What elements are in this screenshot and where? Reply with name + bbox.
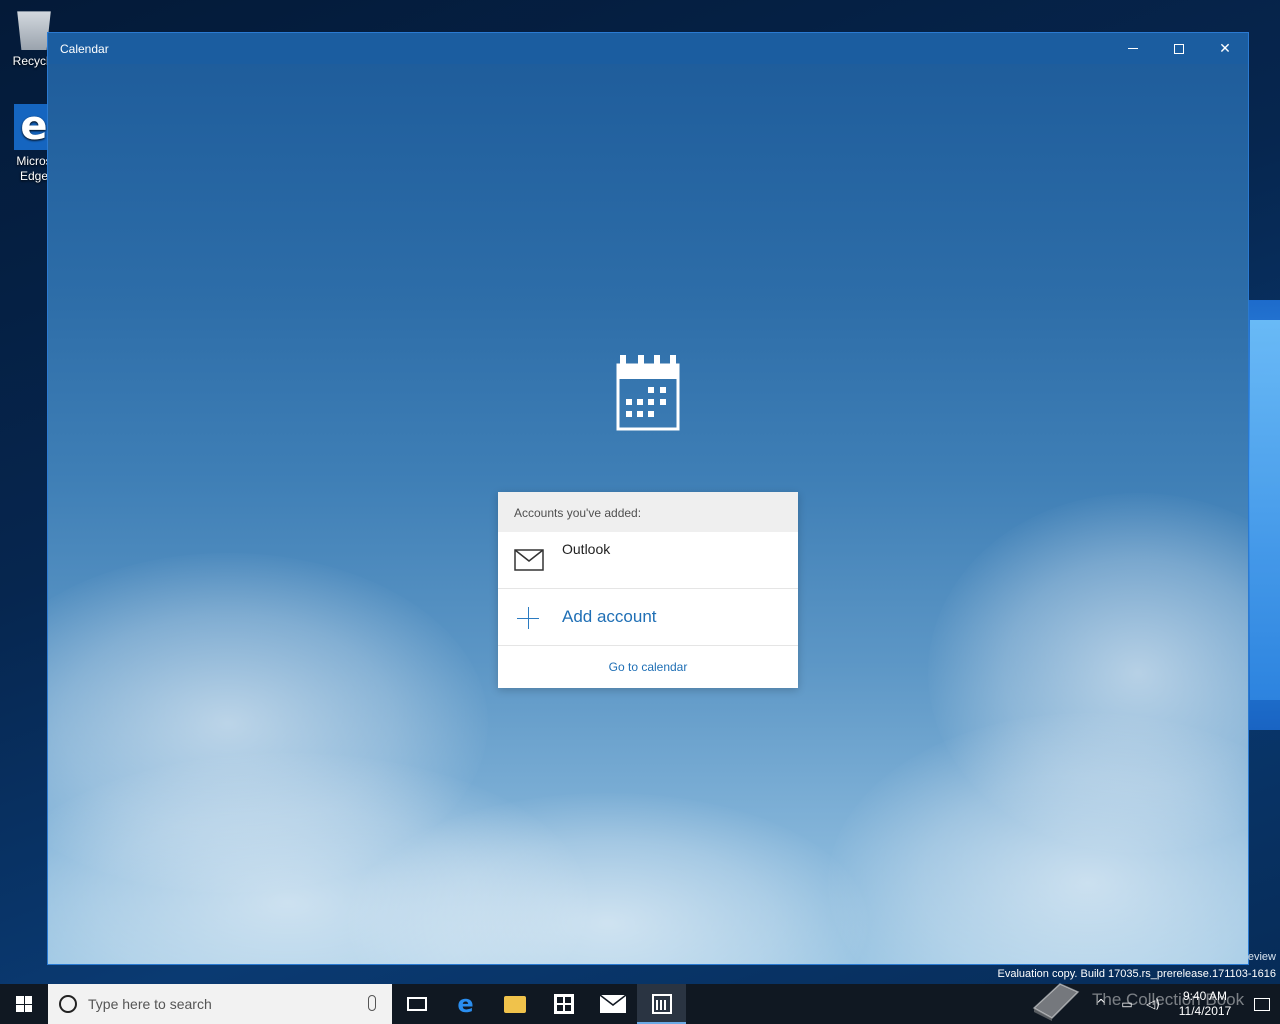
window-title: Calendar bbox=[60, 41, 109, 56]
taskbar-task-view[interactable] bbox=[392, 984, 441, 1024]
maximize-icon bbox=[1174, 43, 1184, 54]
start-button[interactable] bbox=[0, 984, 48, 1024]
add-account-label: Add account bbox=[562, 607, 657, 626]
close-icon: ✕ bbox=[1219, 40, 1231, 57]
account-item-outlook[interactable]: Outlook bbox=[498, 532, 798, 589]
close-button[interactable]: ✕ bbox=[1202, 33, 1248, 64]
windows-logo-icon bbox=[16, 996, 32, 1012]
minimize-button[interactable] bbox=[1110, 33, 1156, 64]
plus-icon bbox=[516, 605, 542, 631]
cortana-icon bbox=[59, 995, 77, 1013]
title-bar[interactable]: Calendar ✕ bbox=[48, 33, 1248, 64]
store-icon bbox=[553, 994, 574, 1014]
search-placeholder: Type here to search bbox=[88, 996, 212, 1012]
taskbar-file-explorer[interactable] bbox=[490, 984, 539, 1024]
mail-icon bbox=[514, 549, 544, 571]
accounts-panel: Accounts you've added: Outlook Add accou… bbox=[498, 492, 798, 688]
window-controls: ✕ bbox=[1110, 33, 1248, 64]
mail-icon bbox=[599, 995, 626, 1013]
calendar-large-icon bbox=[616, 355, 680, 431]
taskbar-mail[interactable] bbox=[588, 984, 637, 1024]
edge-icon: e bbox=[457, 990, 474, 1018]
task-view-icon bbox=[406, 997, 427, 1011]
watermark-text: The Collection Book bbox=[1092, 990, 1245, 1009]
book-watermark-icon bbox=[1032, 983, 1080, 1021]
microphone-icon[interactable] bbox=[368, 995, 376, 1011]
minimize-icon bbox=[1128, 48, 1138, 49]
notification-icon bbox=[1254, 997, 1270, 1011]
calendar-window: Calendar ✕ Accounts you've added: Outloo… bbox=[47, 32, 1249, 965]
taskbar-store[interactable] bbox=[539, 984, 588, 1024]
account-name: Outlook bbox=[562, 541, 611, 557]
file-explorer-icon bbox=[503, 995, 526, 1013]
action-center-button[interactable] bbox=[1244, 984, 1280, 1024]
watermark-top: eview bbox=[1247, 951, 1276, 963]
taskbar-edge[interactable]: e bbox=[441, 984, 490, 1024]
taskbar-calendar[interactable] bbox=[637, 984, 686, 1024]
taskbar: Type here to search e ^ ▭ ◁) 9:40 AM 11/… bbox=[0, 984, 1280, 1024]
calendar-icon bbox=[651, 994, 672, 1014]
cloud bbox=[828, 713, 1248, 964]
accounts-header: Accounts you've added: bbox=[498, 492, 798, 532]
maximize-button[interactable] bbox=[1156, 33, 1202, 64]
search-box[interactable]: Type here to search bbox=[48, 984, 392, 1024]
add-account-button[interactable]: Add account bbox=[498, 589, 798, 646]
go-to-calendar-link[interactable]: Go to calendar bbox=[498, 646, 798, 687]
